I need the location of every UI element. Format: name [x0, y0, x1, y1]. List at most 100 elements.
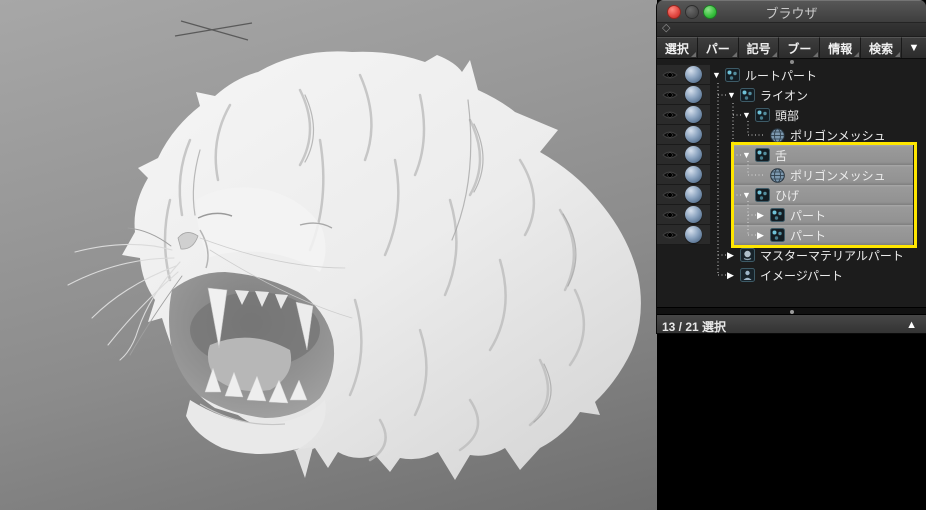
item-label[interactable]: ルートパート [745, 67, 817, 84]
row-gutter [657, 165, 710, 185]
visibility-eye-icon[interactable] [662, 210, 678, 220]
diamond-icon[interactable]: ◇ [662, 22, 670, 35]
header-overflow-button[interactable]: ▼ [902, 37, 926, 58]
visibility-eye-icon[interactable] [662, 70, 678, 80]
expand-arrow[interactable]: ▼ [727, 90, 740, 100]
filter-row: ◇ [657, 23, 926, 37]
row-gutter [657, 265, 710, 285]
item-label[interactable]: マスターマテリアルパート [760, 247, 904, 264]
part-icon [755, 108, 772, 123]
expand-arrow[interactable]: ▼ [742, 190, 755, 200]
viewport-3d[interactable] [0, 0, 657, 510]
item-label[interactable]: イメージパート [760, 267, 843, 284]
image-part-icon [740, 268, 757, 283]
row-gutter [657, 85, 710, 105]
tree-row[interactable]: ▶ マスターマテリアルパート [657, 245, 926, 265]
window-titlebar[interactable]: ブラウザ [657, 0, 926, 23]
tree-row-selected[interactable]: ▼ ひげ [657, 185, 926, 205]
expand-arrow[interactable]: ▼ [712, 70, 725, 80]
tab-label: ブー [787, 40, 811, 57]
render-toggle-sphere[interactable] [685, 126, 702, 143]
row-gutter [657, 185, 710, 205]
row-gutter [657, 205, 710, 225]
panel-splitter[interactable] [657, 307, 926, 314]
item-label[interactable]: 舌 [775, 147, 787, 164]
render-toggle-sphere[interactable] [685, 146, 702, 163]
tree-row[interactable]: ▼ ライオン [657, 85, 926, 105]
render-toggle-sphere[interactable] [685, 106, 702, 123]
chevron-down-icon: ▼ [909, 42, 920, 54]
part-icon [755, 148, 772, 163]
row-gutter [657, 145, 710, 165]
visibility-eye-icon[interactable] [662, 130, 678, 140]
expand-arrow[interactable]: ▶ [727, 270, 740, 281]
item-label[interactable]: ポリゴンメッシュ [790, 127, 886, 144]
viewport-scene[interactable] [0, 0, 657, 510]
item-label[interactable]: ひげ [775, 187, 799, 204]
visibility-eye-icon[interactable] [662, 150, 678, 160]
render-toggle-sphere[interactable] [685, 86, 702, 103]
expand-arrow[interactable]: ▶ [757, 210, 770, 221]
render-toggle-sphere[interactable] [685, 206, 702, 223]
item-label[interactable]: パート [790, 227, 826, 244]
hierarchy-tree: ▼ ルートパート ▼ ライオン [657, 59, 926, 307]
window-title: ブラウザ [657, 3, 926, 22]
browser-window: ブラウザ ◇ 選択 パー 記号 ブー 情報 検索 ▼ [657, 0, 926, 333]
item-label[interactable]: ライオン [760, 87, 808, 104]
part-icon [755, 188, 772, 203]
item-label[interactable]: ポリゴンメッシュ [790, 167, 886, 184]
expand-arrow[interactable]: ▼ [742, 150, 755, 160]
part-icon [770, 208, 787, 223]
tree-row[interactable]: ポリゴンメッシュ [657, 125, 926, 145]
tab-label: 記号 [747, 40, 771, 57]
polygon-mesh-icon [770, 168, 787, 183]
tree-row-selected[interactable]: ポリゴンメッシュ [657, 165, 926, 185]
render-toggle-sphere[interactable] [685, 226, 702, 243]
tab-label: 情報 [828, 40, 852, 57]
tree-rows: ▼ ルートパート ▼ ライオン [657, 65, 926, 285]
tree-row[interactable]: ▼ ルートパート [657, 65, 926, 85]
collapse-button[interactable]: ▲ [906, 319, 917, 331]
item-label[interactable]: パート [790, 207, 826, 224]
row-gutter [657, 245, 710, 265]
tree-row-selected[interactable]: ▶ パート [657, 225, 926, 245]
visibility-eye-icon[interactable] [662, 230, 678, 240]
tree-row-selected[interactable]: ▼ 舌 [657, 145, 926, 165]
tab-boolean[interactable]: ブー [779, 37, 820, 58]
tree-row[interactable]: ▶ イメージパート [657, 265, 926, 285]
visibility-eye-icon[interactable] [662, 170, 678, 180]
polygon-mesh-icon [770, 128, 787, 143]
scene-marker-cross[interactable] [175, 21, 252, 40]
column-header-row: 選択 パー 記号 ブー 情報 検索 ▼ [657, 37, 926, 59]
tab-part[interactable]: パー [698, 37, 739, 58]
visibility-eye-icon[interactable] [662, 110, 678, 120]
row-gutter [657, 105, 710, 125]
tab-info[interactable]: 情報 [820, 37, 861, 58]
render-toggle-sphere[interactable] [685, 166, 702, 183]
render-toggle-sphere[interactable] [685, 66, 702, 83]
visibility-eye-icon[interactable] [662, 190, 678, 200]
row-gutter [657, 225, 710, 245]
tab-search[interactable]: 検索 [861, 37, 902, 58]
expand-arrow[interactable]: ▶ [757, 230, 770, 241]
tab-label: パー [706, 40, 730, 57]
tab-label: 検索 [869, 40, 893, 57]
tab-symbol[interactable]: 記号 [739, 37, 780, 58]
render-toggle-sphere[interactable] [685, 186, 702, 203]
selection-count: 13 / 21 選択 [662, 318, 726, 333]
expand-arrow[interactable]: ▶ [727, 250, 740, 261]
master-material-icon [740, 248, 757, 263]
status-bar: 13 / 21 選択 ▲ [657, 314, 926, 333]
expand-arrow[interactable]: ▼ [742, 110, 755, 120]
part-icon [770, 228, 787, 243]
row-gutter [657, 65, 710, 85]
tree-row[interactable]: ▼ 頭部 [657, 105, 926, 125]
splitter-handle[interactable] [790, 60, 794, 64]
item-label[interactable]: 頭部 [775, 107, 799, 124]
visibility-eye-icon[interactable] [662, 90, 678, 100]
part-icon [725, 68, 742, 83]
tab-label: 選択 [665, 40, 689, 57]
lion-head-model[interactable] [68, 51, 641, 480]
tab-select[interactable]: 選択 [657, 37, 698, 58]
tree-row-selected[interactable]: ▶ パート [657, 205, 926, 225]
